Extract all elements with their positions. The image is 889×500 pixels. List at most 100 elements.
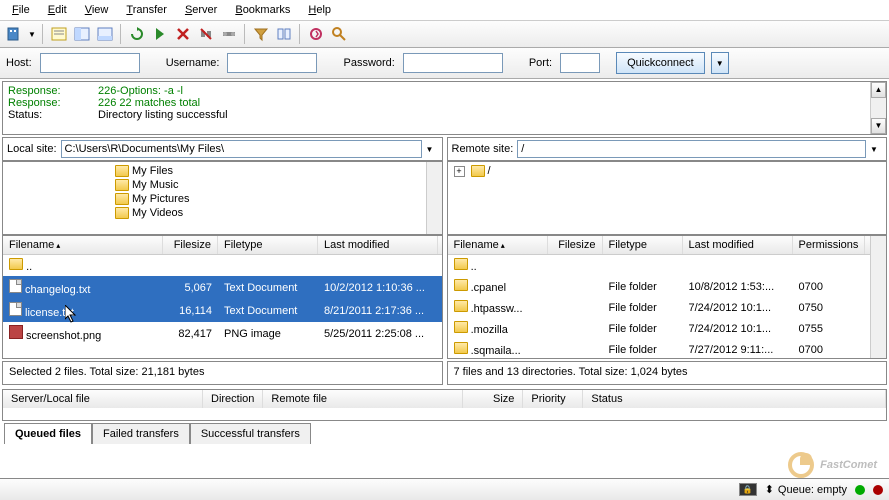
tree-node[interactable]: My Music	[132, 179, 178, 191]
column-headers: Filename▴ Filesize Filetype Last modifie…	[3, 236, 442, 255]
file-row[interactable]: screenshot.png82,417PNG image5/25/2011 2…	[3, 322, 442, 345]
toolbar: ▼	[0, 21, 889, 48]
col-server-local[interactable]: Server/Local file	[3, 390, 203, 408]
password-input[interactable]	[403, 53, 503, 73]
col-modified[interactable]: Last modified	[683, 236, 793, 254]
menu-bar: FFileile Edit View Transfer Server Bookm…	[0, 0, 889, 21]
file-icon	[9, 279, 22, 293]
port-input[interactable]	[560, 53, 600, 73]
column-headers: Filename▴ Filesize Filetype Last modifie…	[448, 236, 887, 255]
col-permissions[interactable]: Permissions	[793, 236, 866, 254]
filter-icon[interactable]	[251, 24, 271, 44]
tree-node[interactable]: My Files	[132, 165, 173, 177]
image-icon	[9, 325, 23, 339]
sync-browse-icon[interactable]	[306, 24, 326, 44]
scrollbar[interactable]	[870, 236, 886, 358]
dropdown-icon[interactable]: ▼	[866, 145, 882, 154]
tree-node[interactable]: My Videos	[132, 207, 183, 219]
queue-icon: ⬍	[765, 483, 774, 496]
find-icon[interactable]	[329, 24, 349, 44]
quickconnect-button[interactable]: Quickconnect	[616, 52, 705, 74]
log-message: 226 22 matches total	[98, 97, 200, 109]
refresh-icon[interactable]	[127, 24, 147, 44]
col-filetype[interactable]: Filetype	[218, 236, 318, 254]
queue-status: Queue: empty	[778, 484, 847, 496]
col-remote-file[interactable]: Remote file	[263, 390, 463, 408]
menu-edit[interactable]: Edit	[40, 2, 75, 18]
username-input[interactable]	[227, 53, 317, 73]
message-log[interactable]: Response:226-Options: -a -l Response:226…	[2, 81, 887, 135]
host-input[interactable]	[40, 53, 140, 73]
local-tree[interactable]: My Files My Music My Pictures My Videos	[2, 161, 443, 235]
file-row[interactable]: .mozillaFile folder7/24/2012 10:1...0755	[448, 318, 887, 339]
col-filesize[interactable]: Filesize	[163, 236, 218, 254]
remote-site-box: Remote site: ▼	[447, 137, 888, 161]
folder-icon	[454, 258, 468, 270]
site-manager-icon[interactable]	[4, 24, 24, 44]
col-filetype[interactable]: Filetype	[603, 236, 683, 254]
menu-help[interactable]: Help	[300, 2, 339, 18]
folder-icon	[454, 321, 468, 333]
tab-successful[interactable]: Successful transfers	[190, 423, 311, 444]
host-label: Host:	[6, 57, 32, 69]
log-label: Response:	[8, 97, 68, 109]
local-site-input[interactable]	[61, 140, 422, 158]
scrollbar[interactable]: ▲▼	[870, 82, 886, 134]
col-filename[interactable]: Filename▴	[448, 236, 548, 254]
transfer-queue[interactable]: Server/Local file Direction Remote file …	[2, 389, 887, 421]
col-size[interactable]: Size	[463, 390, 523, 408]
col-priority[interactable]: Priority	[523, 390, 583, 408]
dropdown-icon[interactable]: ▼	[422, 145, 438, 154]
menu-view[interactable]: View	[77, 2, 117, 18]
quickconnect-dropdown[interactable]: ▼	[711, 52, 729, 74]
tree-node[interactable]: My Pictures	[132, 193, 189, 205]
process-queue-icon[interactable]	[150, 24, 170, 44]
local-file-list[interactable]: Filename▴ Filesize Filetype Last modifie…	[2, 235, 443, 359]
disconnect-icon[interactable]	[196, 24, 216, 44]
dropdown-icon[interactable]: ▼	[27, 24, 37, 44]
scrollbar[interactable]	[426, 162, 442, 234]
file-row[interactable]: .sqmaila...File folder7/27/2012 9:11:...…	[448, 339, 887, 359]
folder-icon	[454, 342, 468, 354]
encryption-icon: 🔒	[739, 483, 757, 496]
local-site-box: Local site: ▼	[2, 137, 443, 161]
file-row[interactable]: .cpanelFile folder10/8/2012 1:53:...0700	[448, 276, 887, 297]
watermark-icon	[788, 452, 814, 478]
file-row[interactable]: changelog.txt5,067Text Document10/2/2012…	[3, 276, 442, 299]
toggle-log-icon[interactable]	[49, 24, 69, 44]
menu-bookmarks[interactable]: Bookmarks	[227, 2, 298, 18]
folder-icon	[115, 193, 129, 205]
remote-site-input[interactable]	[517, 140, 866, 158]
reconnect-icon[interactable]	[219, 24, 239, 44]
file-icon	[9, 302, 22, 316]
file-row[interactable]: license.txt16,114Text Document8/21/2011 …	[3, 299, 442, 322]
tab-failed[interactable]: Failed transfers	[92, 423, 190, 444]
parent-dir-row[interactable]: ..	[448, 255, 887, 276]
remote-tree[interactable]: +/	[447, 161, 888, 235]
tab-queued[interactable]: Queued files	[4, 423, 92, 444]
status-dot	[873, 485, 883, 495]
col-modified[interactable]: Last modified	[318, 236, 438, 254]
username-label: Username:	[166, 57, 220, 69]
col-filesize[interactable]: Filesize	[548, 236, 603, 254]
expand-icon[interactable]: +	[454, 166, 465, 177]
menu-file[interactable]: FFileile	[4, 2, 38, 18]
menu-server[interactable]: Server	[177, 2, 225, 18]
folder-icon	[454, 279, 468, 291]
remote-file-list[interactable]: Filename▴ Filesize Filetype Last modifie…	[447, 235, 888, 359]
menu-transfer[interactable]: Transfer	[118, 2, 175, 18]
col-status[interactable]: Status	[583, 390, 886, 408]
cancel-icon[interactable]	[173, 24, 193, 44]
watermark: FastComet	[788, 452, 877, 478]
folder-icon	[115, 179, 129, 191]
col-direction[interactable]: Direction	[203, 390, 263, 408]
log-label: Status:	[8, 109, 68, 121]
compare-icon[interactable]	[274, 24, 294, 44]
parent-dir-row[interactable]: ..	[3, 255, 442, 276]
tree-node[interactable]: /	[488, 165, 491, 177]
remote-status: 7 files and 13 directories. Total size: …	[447, 361, 888, 385]
toggle-queue-icon[interactable]	[95, 24, 115, 44]
file-row[interactable]: .htpassw...File folder7/24/2012 10:1...0…	[448, 297, 887, 318]
toggle-tree-icon[interactable]	[72, 24, 92, 44]
col-filename[interactable]: Filename▴	[3, 236, 163, 254]
